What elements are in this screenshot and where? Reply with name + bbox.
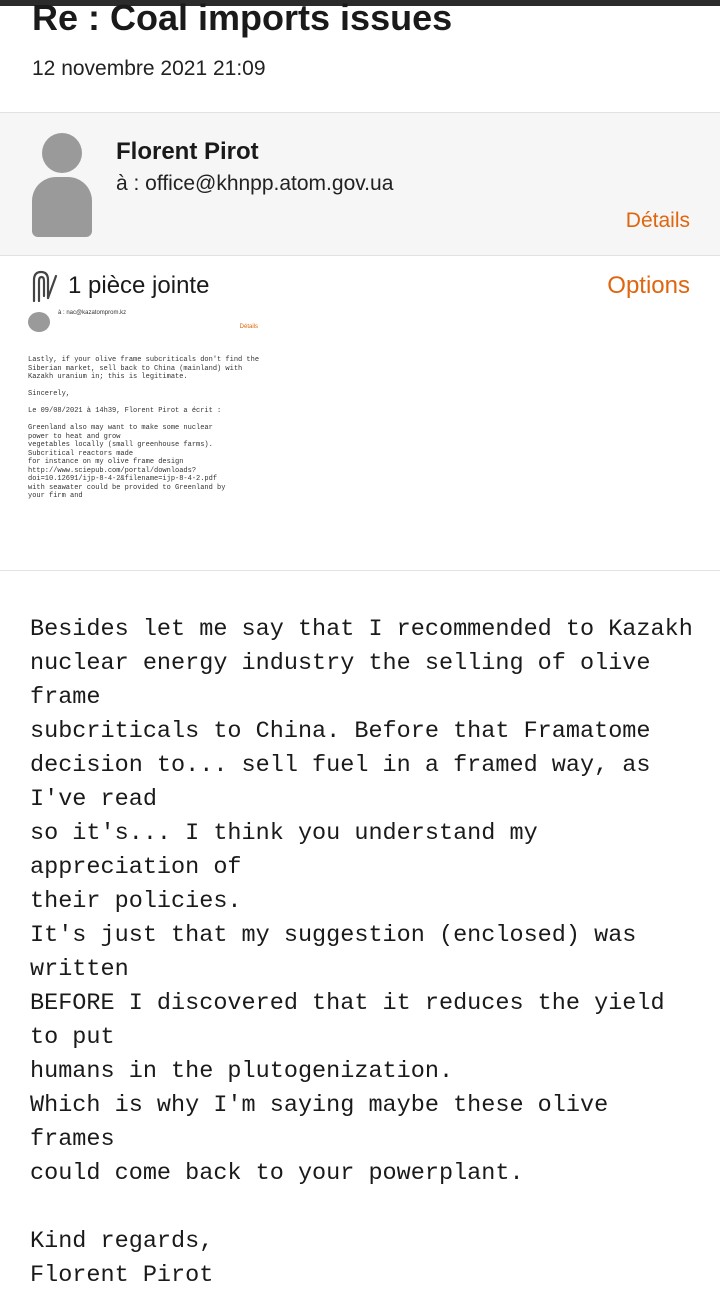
thumbnail-details-link: Détails [239,324,258,330]
options-link[interactable]: Options [607,272,690,300]
section-divider [0,570,720,571]
person-avatar-icon [32,133,92,241]
thumbnail-avatar-icon [28,312,50,332]
email-subject: Re : Coal imports issues [32,0,453,38]
attachment-thumbnail[interactable]: à : nac@kazatomprom.kz Détails Lastly, i… [26,306,266,566]
sender-panel: Florent Pirot à : office@khnpp.atom.gov.… [0,112,720,256]
recipient-address: à : office@khnpp.atom.gov.ua [116,172,394,195]
thumbnail-text: Lastly, if your olive frame subcriticals… [28,356,260,500]
avatar-head [42,133,82,173]
paperclip-icon [32,270,58,302]
message-body: Besides let me say that I recommended to… [30,616,693,1289]
details-link[interactable]: Détails [626,208,690,234]
attachments-header: 1 pièce jointe Options [0,262,720,308]
attachment-count: 1 pièce jointe [68,272,210,299]
avatar-body [32,177,92,237]
thumbnail-recipient: à : nac@kazatomprom.kz [58,310,127,316]
email-date: 12 novembre 2021 21:09 [32,57,266,80]
sender-name: Florent Pirot [116,138,259,165]
